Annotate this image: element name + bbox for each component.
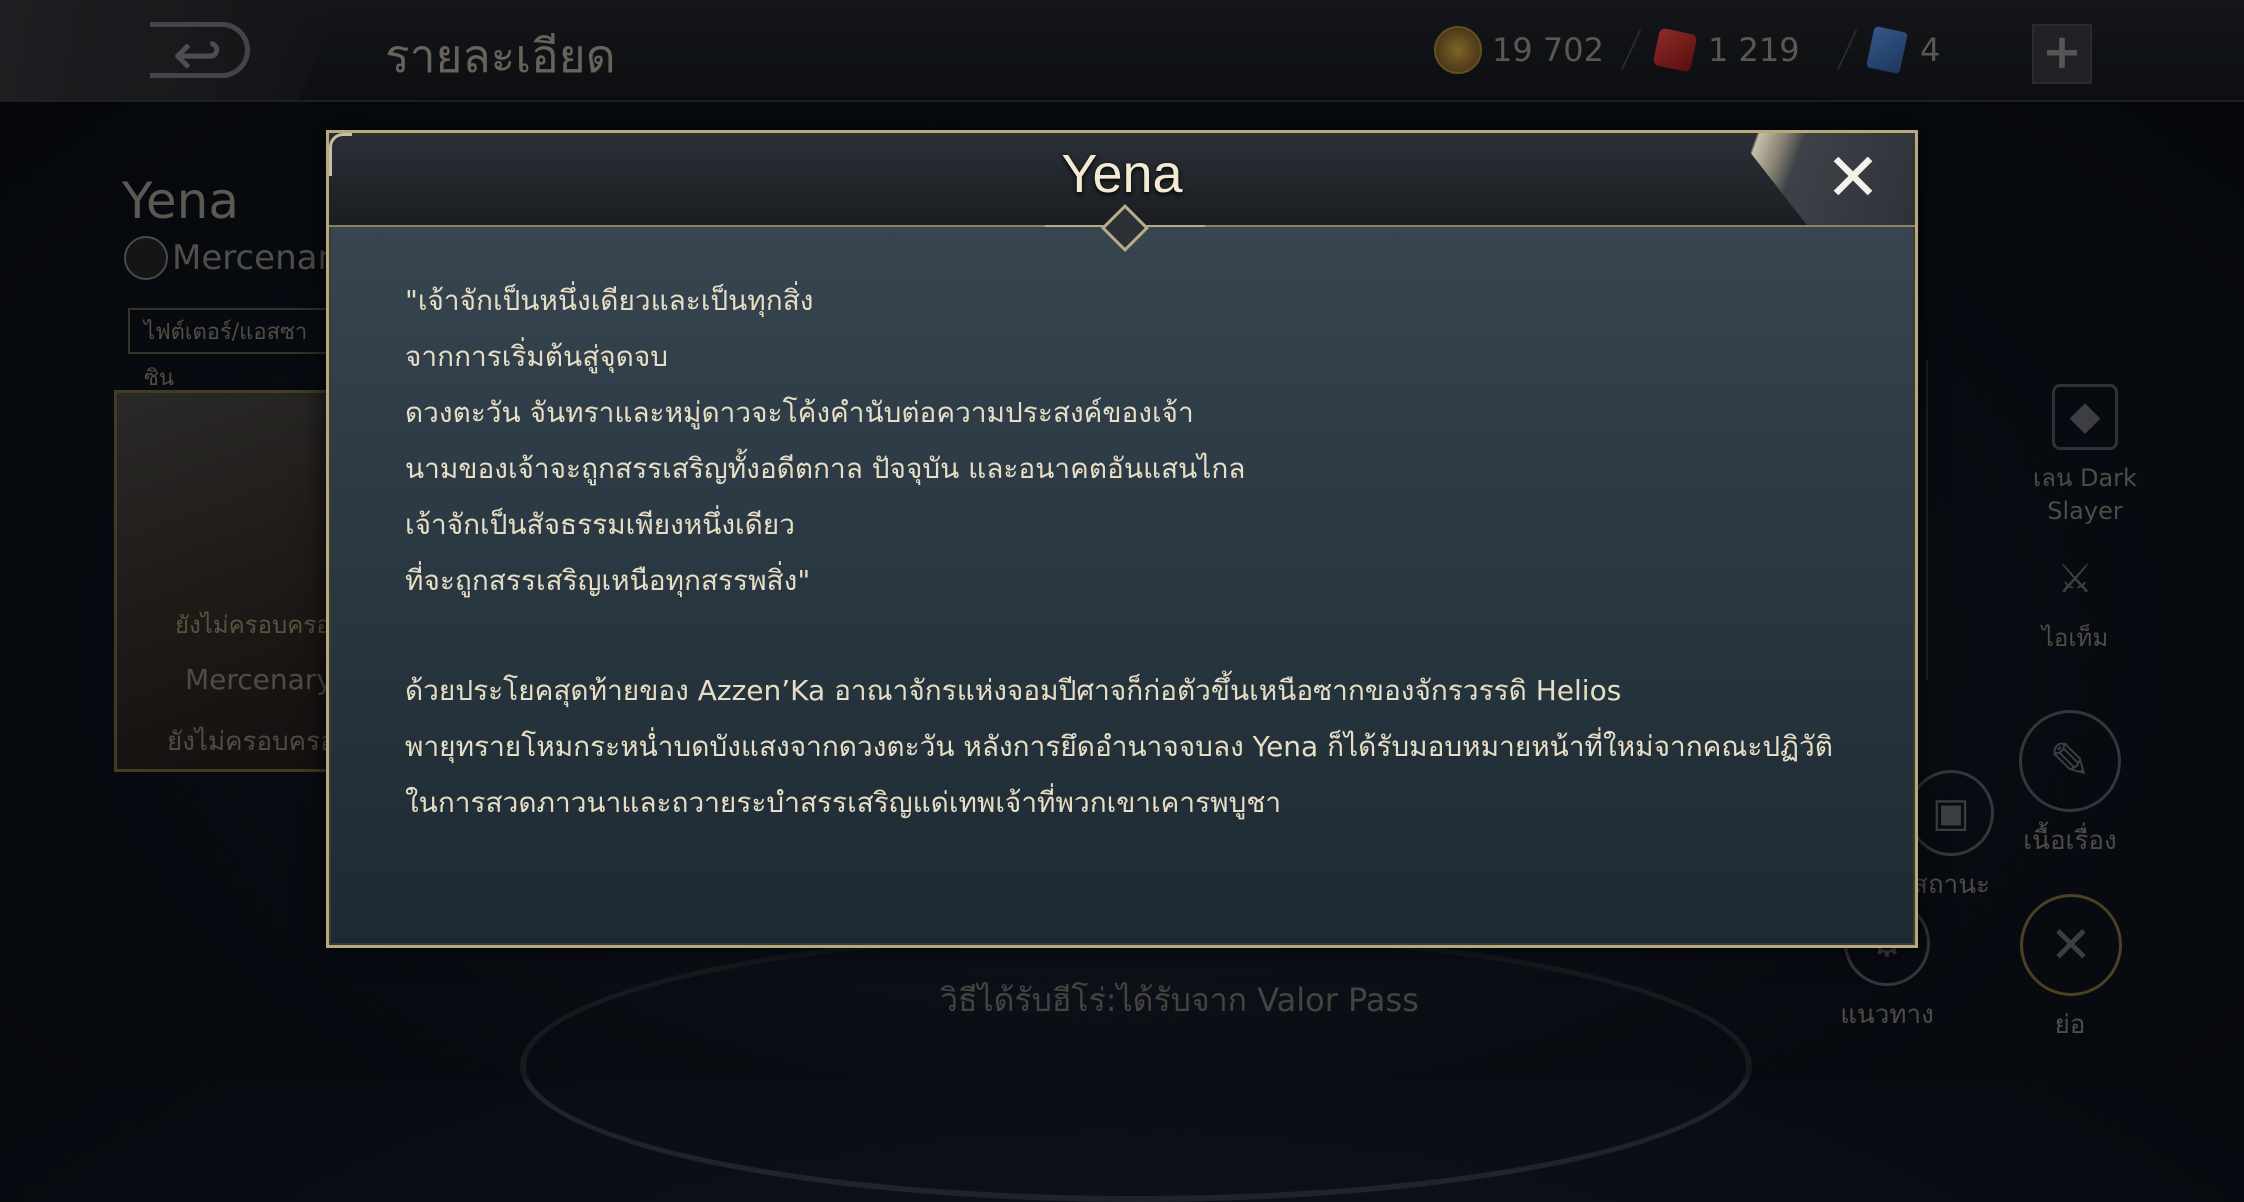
lore-text: "เจ้าจักเป็นหนึ่งเดียวและเป็นทุกสิ่ง จาก… (405, 273, 1845, 831)
lore-line: จากการเริ่มต้นสู่จุดจบ (405, 340, 669, 373)
lore-dialog: Yena ✕ "เจ้าจักเป็นหนึ่งเดียวและเป็นทุกส… (326, 130, 1918, 948)
lore-line: "เจ้าจักเป็นหนึ่งเดียวและเป็นทุกสิ่ง (405, 284, 814, 317)
lore-line: ด้วยประโยคสุดท้ายของ Azzen’Ka อาณาจักรแห… (405, 674, 1622, 707)
dialog-title: Yena (1061, 144, 1183, 204)
lore-line: พายุทรายโหมกระหน่ำบดบังแสงจากดวงตะวัน หล… (405, 730, 1833, 763)
lore-line: นามของเจ้าจะถูกสรรเสริญทั้งอดีตกาล ปัจจุ… (405, 452, 1246, 485)
close-button[interactable]: ✕ (1821, 145, 1885, 211)
lore-line: ที่จะถูกสรรเสริญเหนือทุกสรรพสิ่ง" (405, 564, 811, 597)
lore-line: ดวงตะวัน จันทราและหมู่ดาวจะโค้งคำนับต่อค… (405, 396, 1194, 429)
lore-line: ในการสวดภาวนาและถวายระบำสรรเสริญแด่เทพเจ… (405, 786, 1282, 819)
lore-line: เจ้าจักเป็นสัจธรรมเพียงหนึ่งเดียว (405, 508, 795, 541)
